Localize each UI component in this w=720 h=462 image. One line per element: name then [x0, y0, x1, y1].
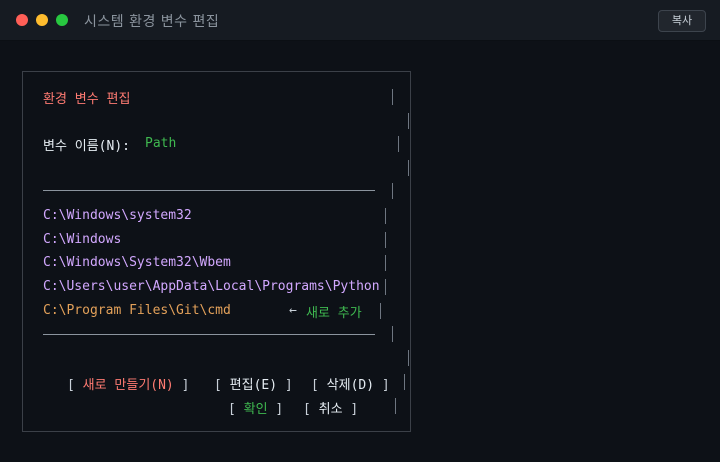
env-var-dialog: 환경 변수 편집 변수 이름(N): Path C:\Windows\syste… — [22, 71, 411, 432]
border-segment — [380, 303, 381, 319]
close-window-button[interactable] — [16, 14, 28, 26]
copy-button[interactable]: 복사 — [658, 10, 706, 32]
ok-button-label: 확인 — [243, 402, 268, 417]
delete-button[interactable]: [ 삭제(D) ] — [311, 374, 390, 393]
border-segment — [392, 183, 393, 199]
title-bar: 시스템 환경 변수 편집 복사 — [0, 0, 720, 41]
border-segment — [395, 398, 396, 414]
delete-button-label: 삭제(D) — [326, 378, 375, 393]
minimize-window-button[interactable] — [36, 14, 48, 26]
edit-button-label: 편집(E) — [229, 378, 278, 393]
edit-button[interactable]: [ 편집(E) ] — [214, 374, 293, 393]
new-button-label: 새로 만들기(N) — [82, 378, 174, 393]
path-list-item[interactable]: C:\Windows\System32\Wbem — [43, 255, 231, 270]
path-list-item[interactable]: C:\Users\user\AppData\Local\Programs\Pyt… — [43, 279, 380, 294]
path-list-item-new[interactable]: C:\Program Files\Git\cmd — [43, 303, 231, 318]
border-segment — [385, 255, 386, 271]
variable-name-label: 변수 이름(N): — [43, 139, 130, 154]
border-segment — [398, 136, 399, 152]
border-segment — [408, 160, 409, 176]
border-segment — [404, 374, 405, 390]
list-top-divider — [43, 190, 375, 191]
left-arrow-icon: ← — [289, 303, 297, 318]
cancel-button-label: 취소 — [318, 402, 343, 417]
path-list-item[interactable]: C:\Windows — [43, 232, 121, 247]
new-button[interactable]: [ 새로 만들기(N) ] — [67, 374, 189, 393]
path-list-item[interactable]: C:\Windows\system32 — [43, 208, 192, 223]
border-segment — [408, 113, 409, 129]
border-segment — [385, 232, 386, 248]
new-item-note: 새로 추가 — [306, 306, 362, 321]
border-segment — [408, 350, 409, 366]
border-segment — [392, 89, 393, 105]
border-segment — [385, 208, 386, 224]
border-segment — [392, 326, 393, 342]
window-title: 시스템 환경 변수 편집 — [84, 14, 220, 30]
border-segment — [385, 279, 386, 295]
list-bottom-divider — [43, 334, 375, 335]
cancel-button[interactable]: [ 취소 ] — [303, 398, 358, 417]
ok-button[interactable]: [ 확인 ] — [228, 398, 283, 417]
dialog-heading: 환경 변수 편집 — [43, 92, 131, 107]
maximize-window-button[interactable] — [56, 14, 68, 26]
variable-name-value[interactable]: Path — [145, 136, 176, 151]
